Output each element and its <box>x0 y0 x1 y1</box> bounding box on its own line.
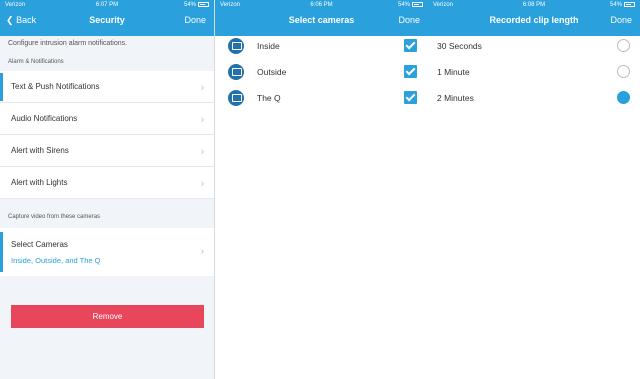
page-title: Select cameras <box>288 15 355 25</box>
option-1-minute[interactable]: 1 Minute <box>428 59 640 85</box>
chevron-right-icon: › <box>201 178 204 188</box>
menu-item-lights[interactable]: Alert with Lights › <box>0 167 214 199</box>
capture-section-label: Capture video from these cameras <box>8 214 101 220</box>
notification-menu: Text & Push Notifications › Audio Notifi… <box>0 71 214 199</box>
menu-item-label: Alert with Sirens <box>11 146 69 155</box>
battery-icon <box>412 2 423 7</box>
camera-name: Inside <box>257 41 280 51</box>
description: Configure intrusion alarm notifications. <box>8 40 128 47</box>
status-time: 6:08 PM <box>522 2 546 8</box>
select-cameras-row[interactable]: Select Cameras Inside, Outside, and The … <box>0 228 214 276</box>
chevron-right-icon: › <box>201 82 204 92</box>
nav-bar: Verizon 6:08 PM 54% Recorded clip length… <box>428 0 640 36</box>
option-2-minutes[interactable]: 2 Minutes <box>428 85 640 111</box>
battery-status: 54% <box>610 1 635 10</box>
camera-item-the-q[interactable]: The Q <box>215 85 428 111</box>
remove-button[interactable]: Remove <box>11 305 204 328</box>
checkbox-checked-icon[interactable] <box>404 65 417 78</box>
radio-selected-icon[interactable] <box>617 91 630 104</box>
chevron-right-icon: › <box>201 146 204 156</box>
done-button[interactable]: Done <box>184 15 206 25</box>
nav-bar: Verizon 6:07 PM 54% ❮ Back Security Done <box>0 0 214 36</box>
camera-name: Outside <box>257 67 287 77</box>
battery-status: 54% <box>398 1 423 10</box>
page-title: Recorded clip length <box>489 15 579 25</box>
battery-percent: 54% <box>397 2 410 8</box>
menu-item-sirens[interactable]: Alert with Sirens › <box>0 135 214 167</box>
battery-icon <box>198 2 209 7</box>
radio-unselected-icon[interactable] <box>617 65 630 78</box>
status-time: 6:06 PM <box>310 2 333 8</box>
select-cameras-value: Inside, Outside, and The Q <box>11 256 101 265</box>
battery-percent: 54% <box>183 2 196 8</box>
option-label: 2 Minutes <box>437 93 474 103</box>
camera-icon <box>228 64 244 80</box>
chevron-right-icon: › <box>201 114 204 124</box>
camera-item-inside[interactable]: Inside <box>215 33 428 59</box>
done-button[interactable]: Done <box>610 15 632 25</box>
status-bar: Verizon 6:07 PM 54% <box>0 1 214 11</box>
security-screen: Verizon 6:07 PM 54% ❮ Back Security Done… <box>0 0 214 379</box>
menu-item-label: Audio Notifications <box>11 114 78 123</box>
checkbox-checked-icon[interactable] <box>404 91 417 104</box>
page-title: Security <box>89 15 125 25</box>
status-bar: Verizon 6:06 PM 54% <box>215 1 428 11</box>
clip-length-options: 30 Seconds 1 Minute 2 Minutes <box>428 33 640 111</box>
camera-icon <box>228 38 244 54</box>
battery-status: 54% <box>184 1 209 10</box>
nav-bar: Verizon 6:06 PM 54% Select cameras Done <box>215 0 428 36</box>
done-button[interactable]: Done <box>398 15 420 25</box>
status-bar: Verizon 6:08 PM 54% <box>428 1 640 11</box>
option-label: 1 Minute <box>437 67 470 77</box>
chevron-right-icon: › <box>201 246 204 256</box>
alarm-section-label: Alarm & Notifications <box>8 59 64 65</box>
select-cameras-title: Select Cameras <box>11 240 68 249</box>
battery-percent: 54% <box>609 2 622 8</box>
status-time: 6:07 PM <box>95 2 119 8</box>
clip-length-screen: Verizon 6:08 PM 54% Recorded clip length… <box>428 0 640 379</box>
menu-item-label: Alert with Lights <box>11 178 68 187</box>
checkbox-checked-icon[interactable] <box>404 39 417 52</box>
menu-item-label: Text & Push Notifications <box>11 82 100 91</box>
menu-item-text-push[interactable]: Text & Push Notifications › <box>0 71 214 103</box>
select-cameras-screen: Verizon 6:06 PM 54% Select cameras Done … <box>215 0 428 379</box>
option-label: 30 Seconds <box>437 41 482 51</box>
menu-item-audio[interactable]: Audio Notifications › <box>0 103 214 135</box>
camera-icon <box>228 90 244 106</box>
radio-unselected-icon[interactable] <box>617 39 630 52</box>
camera-list: Inside Outside The Q <box>215 33 428 111</box>
battery-icon <box>624 2 635 7</box>
camera-name: The Q <box>257 93 281 103</box>
camera-item-outside[interactable]: Outside <box>215 59 428 85</box>
option-30-seconds[interactable]: 30 Seconds <box>428 33 640 59</box>
